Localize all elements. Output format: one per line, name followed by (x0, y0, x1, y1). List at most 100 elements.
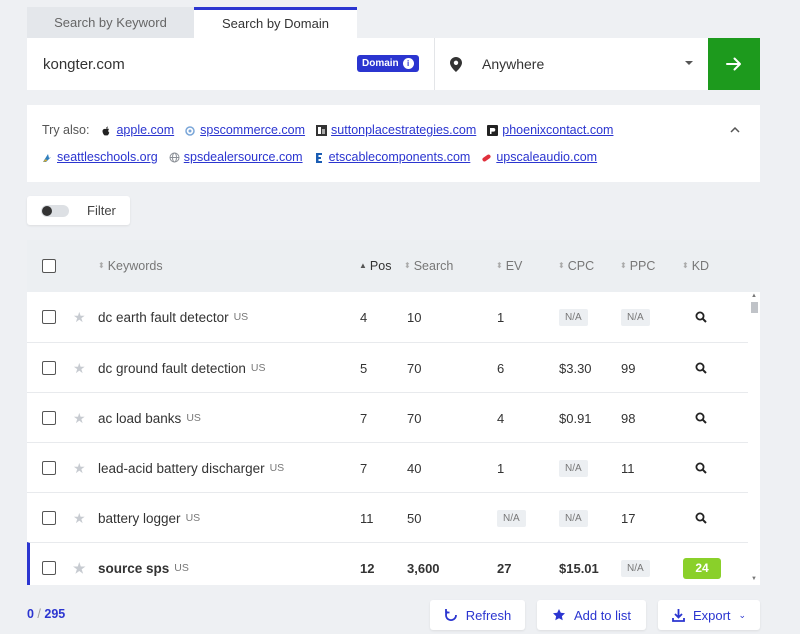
star-icon[interactable]: ★ (73, 292, 86, 342)
tab-search-by-keyword[interactable]: Search by Keyword (27, 7, 194, 38)
suggestion-link[interactable]: spsdealersource.com (184, 150, 303, 164)
domain-badge-label: Domain (362, 58, 399, 69)
domain-badge: Domain i (357, 55, 419, 72)
column-pos[interactable]: ▲ Pos (359, 259, 391, 273)
column-kd[interactable]: ⬍ KD (682, 259, 709, 273)
column-keywords[interactable]: ⬍ Keywords (98, 259, 163, 273)
row-checkbox[interactable] (42, 511, 56, 525)
table-row[interactable]: ★ battery logger US 11 50 N/A N/A 17 (27, 492, 760, 542)
suggestion-link[interactable]: seattleschools.org (57, 150, 158, 164)
row-checkbox[interactable] (42, 411, 56, 425)
cell-cpc: $15.01 (559, 560, 599, 576)
try-also-label: Try also: (42, 123, 90, 137)
suggestion-seattleschools[interactable]: seattleschools.org (42, 150, 158, 164)
table-row[interactable]: ★ dc earth fault detector US 4 10 1 N/A N/A (27, 292, 760, 342)
upscale-logo-icon (481, 152, 491, 162)
keyword-cell[interactable]: source sps US (98, 543, 189, 585)
export-button[interactable]: Export ⌄ (658, 600, 760, 630)
cell-ppc: 98 (621, 410, 636, 426)
kd-search-icon[interactable] (695, 292, 707, 342)
sort-icon: ⬍ (496, 261, 503, 270)
star-icon[interactable]: ★ (73, 443, 86, 493)
keyword-cell[interactable]: lead-acid battery discharger US (98, 443, 284, 493)
kd-search-icon[interactable] (695, 343, 707, 393)
kd-search-icon[interactable] (695, 393, 707, 443)
star-icon[interactable]: ★ (73, 393, 86, 443)
location-pin-icon (449, 56, 463, 72)
keyword-cell[interactable]: battery logger US (98, 493, 200, 543)
column-cpc[interactable]: ⬍ CPC (558, 259, 594, 273)
add-to-list-button[interactable]: Add to list (537, 600, 646, 630)
na-badge: N/A (559, 509, 588, 527)
suggestion-apple[interactable]: apple.com (101, 123, 174, 137)
suggestion-link[interactable]: spscommerce.com (200, 123, 305, 137)
suggestion-upscaleaudio[interactable]: upscaleaudio.com (481, 150, 597, 164)
keyword-text: dc earth fault detector (98, 309, 229, 325)
keyword-cell[interactable]: dc ground fault detection US (98, 343, 265, 393)
keyword-cell[interactable]: dc earth fault detector US (98, 292, 248, 342)
sort-icon: ⬍ (620, 261, 627, 270)
cell-pos: 7 (360, 460, 368, 476)
star-icon[interactable]: ★ (73, 543, 86, 585)
toggle-switch[interactable] (41, 204, 69, 217)
column-ev[interactable]: ⬍ EV (496, 259, 522, 273)
suggestion-phoenixcontact[interactable]: phoenixcontact.com (487, 123, 613, 137)
chevron-up-icon[interactable] (730, 125, 740, 135)
suggestion-link[interactable]: apple.com (116, 123, 174, 137)
phoenix-logo-icon (487, 125, 499, 136)
table-row[interactable]: ★ ac load banks US 7 70 4 $0.91 98 (27, 392, 760, 442)
row-checkbox[interactable] (42, 361, 56, 375)
keyword-text: battery logger (98, 510, 181, 526)
kd-search-icon[interactable] (695, 443, 707, 493)
table-row[interactable]: ★ lead-acid battery discharger US 7 40 1 N/A 11 (27, 442, 760, 492)
keyword-text: dc ground fault detection (98, 360, 246, 376)
row-checkbox[interactable] (42, 461, 56, 475)
sort-icon: ⬍ (404, 261, 411, 270)
star-icon[interactable]: ★ (73, 343, 86, 393)
na-badge: N/A (559, 308, 588, 326)
scroll-down-icon[interactable]: ▼ (751, 576, 757, 582)
table-row[interactable]: ★ dc ground fault detection US 5 70 6 $3.30 99 (27, 342, 760, 392)
suggestion-link[interactable]: suttonplacestrategies.com (331, 123, 476, 137)
chevron-down-icon (685, 61, 693, 65)
suggestion-link[interactable]: phoenixcontact.com (502, 123, 613, 137)
column-ppc[interactable]: ⬍ PPC (620, 259, 655, 273)
seattle-logo-icon (42, 152, 52, 162)
keyword-cell[interactable]: ac load banks US (98, 393, 201, 443)
scroll-thumb[interactable] (751, 302, 758, 313)
suggestion-spsdealersource[interactable]: spsdealersource.com (169, 150, 303, 164)
arrow-right-icon (726, 57, 741, 71)
filter-toggle[interactable]: Filter (27, 196, 130, 225)
cell-ppc: 17 (621, 510, 636, 526)
location-select[interactable]: Anywhere (435, 38, 707, 90)
kd-search-icon[interactable] (695, 493, 707, 543)
search-go-button[interactable] (708, 38, 760, 90)
country-code: US (269, 462, 285, 474)
row-checkbox[interactable] (42, 561, 56, 575)
suggestion-link[interactable]: upscaleaudio.com (496, 150, 597, 164)
select-all-checkbox[interactable] (42, 259, 56, 273)
na-badge: N/A (621, 308, 650, 326)
scroll-up-icon[interactable]: ▲ (751, 293, 757, 299)
suggestion-spscommerce[interactable]: spscommerce.com (185, 123, 305, 137)
info-icon[interactable]: i (402, 58, 414, 69)
search-bar: Domain i Anywhere (27, 38, 760, 90)
suggestion-link[interactable]: etscablecomponents.com (329, 150, 471, 164)
table-scrollbar[interactable]: ▲ ▼ (748, 292, 760, 585)
suggestion-etscablecomponents[interactable]: etscablecomponents.com (314, 150, 471, 164)
tab-search-by-domain[interactable]: Search by Domain (194, 7, 357, 38)
table-row[interactable]: ★ source sps US 12 3,600 27 $15.01 N/A 24 (27, 542, 760, 585)
cell-search: 50 (407, 510, 422, 526)
sutton-logo-icon (316, 125, 328, 136)
column-search[interactable]: ⬍ Search (404, 259, 453, 273)
cell-pos: 5 (360, 360, 368, 376)
refresh-button[interactable]: Refresh (430, 600, 525, 630)
apple-icon (101, 125, 111, 136)
row-checkbox[interactable] (42, 310, 56, 324)
cell-search: 70 (407, 410, 422, 426)
suggestion-suttonplacestrategies[interactable]: suttonplacestrategies.com (316, 123, 476, 137)
cell-ppc: 11 (621, 460, 635, 476)
cell-search: 10 (407, 309, 422, 325)
star-icon (552, 609, 565, 621)
star-icon[interactable]: ★ (73, 493, 86, 543)
